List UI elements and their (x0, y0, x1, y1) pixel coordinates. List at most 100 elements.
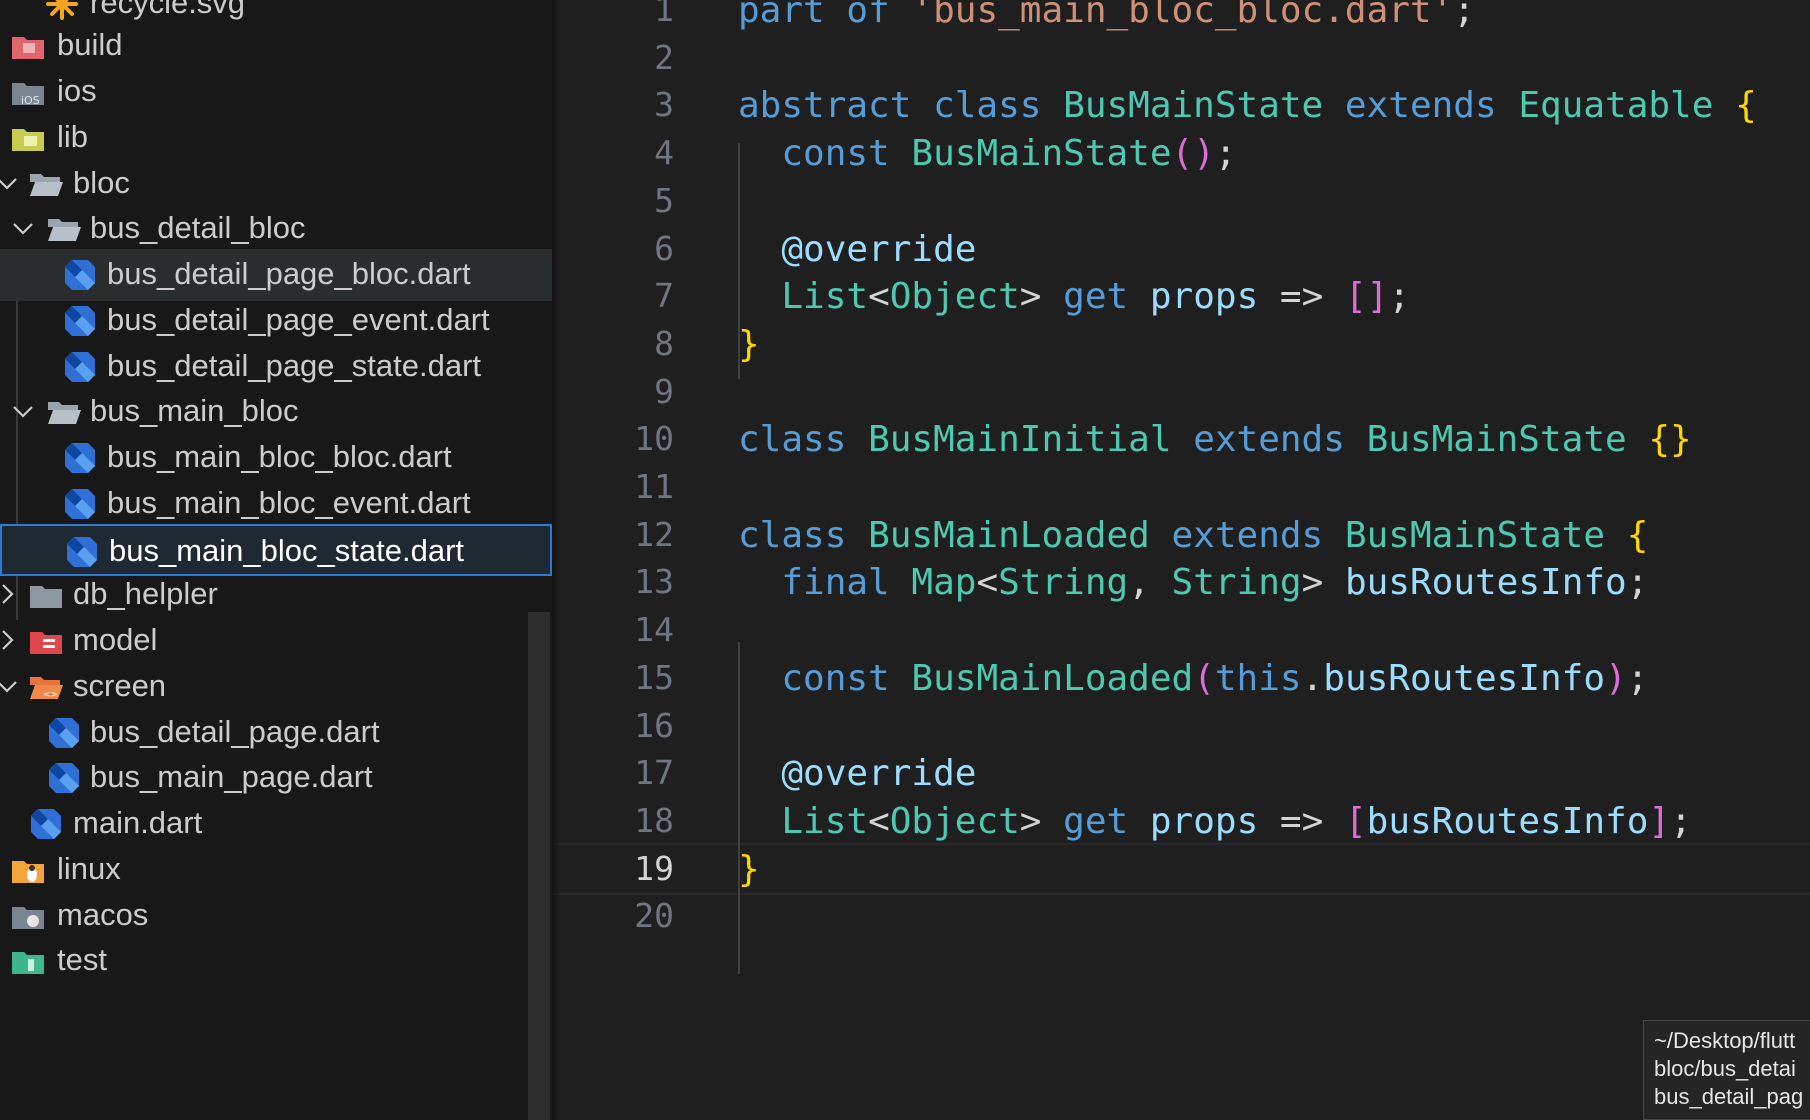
dart-file-icon (28, 806, 64, 842)
line-number: 11 (634, 467, 674, 506)
chevron-down-icon[interactable] (10, 215, 36, 241)
explorer-item[interactable]: test (0, 935, 552, 987)
code-line[interactable]: 15 const BusMainLoaded(this.busRoutesInf… (552, 651, 1810, 706)
chevron-right-icon[interactable] (0, 627, 20, 653)
line-number: 8 (654, 324, 674, 363)
explorer-item[interactable]: lib (0, 112, 552, 164)
folder-open-icon (46, 211, 82, 247)
explorer-item[interactable]: bus_detail_page_bloc.dart (0, 249, 552, 301)
chevron-right-icon[interactable] (0, 581, 20, 607)
editor-shadow (552, 0, 560, 1120)
code-line[interactable]: 20 (552, 889, 1810, 944)
code-line[interactable]: 13 final Map<String, String> busRoutesIn… (552, 555, 1810, 610)
chevron-down-icon[interactable] (0, 170, 20, 196)
code-token: extends (1193, 419, 1345, 460)
code-line[interactable]: 3 abstract class BusMainState extends Equ… (552, 78, 1810, 133)
code-line[interactable]: 18 List<Object> get props => [busRoutesI… (552, 794, 1810, 849)
code-token: < (868, 801, 890, 842)
svg-text:<>: <> (43, 690, 58, 700)
chevron-down-icon[interactable] (10, 398, 36, 424)
code-line[interactable]: 4 const BusMainState(); (552, 126, 1810, 181)
explorer-item[interactable]: db_helpler (0, 569, 552, 621)
code-token: this (1214, 658, 1302, 699)
code-token: List (781, 801, 869, 842)
line-number: 1 (654, 0, 674, 29)
explorer-item[interactable]: bus_detail_bloc (0, 203, 552, 255)
explorer-item[interactable]: bus_main_bloc_event.dart (0, 478, 552, 530)
code-text: @override (738, 753, 976, 794)
code-line[interactable]: 17 @override (552, 746, 1810, 801)
code-token: of (846, 0, 890, 31)
file-explorer: recycle.svg build iOS ios lib bloc bus_detail_… (0, 0, 552, 1120)
explorer-item[interactable]: model (0, 615, 552, 667)
explorer-item[interactable]: <> screen (0, 661, 552, 713)
explorer-item-label: bus_main_page.dart (90, 759, 373, 794)
code-text: final Map<String, String> busRoutesInfo; (738, 562, 1648, 603)
folder-open-icon (28, 166, 64, 202)
explorer-item[interactable]: main.dart (0, 798, 552, 850)
code-token: 'bus_main_bloc_bloc.dart' (911, 0, 1454, 31)
explorer-item-label: build (57, 27, 123, 62)
code-token: ; (1214, 133, 1237, 174)
explorer-item-label: ios (57, 73, 97, 108)
code-token: String (998, 562, 1129, 603)
code-line[interactable]: 14 (552, 603, 1810, 658)
line-number: 3 (654, 85, 674, 124)
code-text: List<Object> get props => [busRoutesInfo… (738, 801, 1692, 842)
explorer-item-label: recycle.svg (90, 0, 246, 20)
code-token: Object (889, 276, 1020, 317)
explorer-item[interactable]: build (0, 20, 552, 72)
folder-open-icon (46, 394, 82, 430)
tooltip-line: ~/Desktop/flutt (1654, 1028, 1796, 1053)
explorer-item[interactable]: bus_main_bloc (0, 386, 552, 438)
code-token: BusMainState (1344, 515, 1606, 556)
code-token: @override (781, 753, 977, 794)
code-line[interactable]: 8} (552, 317, 1810, 372)
code-token: BusMainState (1366, 419, 1627, 460)
code-line[interactable]: 11 (552, 460, 1810, 515)
code-text: } (738, 324, 760, 365)
code-token: ] (1648, 801, 1671, 842)
code-token: class (738, 419, 847, 460)
dart-file-icon (62, 486, 98, 522)
explorer-item-label: bus_detail_page_state.dart (107, 348, 482, 383)
line-number: 2 (654, 38, 674, 77)
code-line[interactable]: 10 class BusMainInitial extends BusMainSt… (552, 412, 1810, 467)
code-line[interactable]: 5 (552, 174, 1810, 229)
code-token: extends (1344, 85, 1497, 126)
code-token: > (1019, 801, 1064, 842)
line-number: 16 (634, 706, 674, 745)
explorer-item[interactable]: bus_detail_page_event.dart (0, 295, 552, 347)
code-token: ; (1670, 801, 1692, 842)
dart-file-icon (62, 349, 98, 385)
explorer-item[interactable]: bus_main_bloc_bloc.dart (0, 432, 552, 484)
linux-folder-icon (10, 852, 46, 888)
line-number: 9 (654, 372, 674, 411)
code-token: () (1171, 133, 1215, 174)
explorer-item[interactable]: iOS ios (0, 66, 552, 118)
explorer-item[interactable]: bus_main_page.dart (0, 752, 552, 804)
explorer-item-label: lib (57, 119, 89, 154)
code-editor[interactable]: 1 part of 'bus_main_bloc_bloc.dart'; 2 3 abs… (552, 0, 1810, 1120)
code-line[interactable]: 7 List<Object> get props => []; (552, 269, 1810, 324)
explorer-item[interactable]: linux (0, 844, 552, 896)
chevron-down-icon[interactable] (0, 673, 20, 699)
code-token: const (781, 658, 890, 699)
code-token: String (1171, 562, 1302, 603)
code-token: BusMainLoaded (911, 658, 1194, 699)
explorer-item-label: linux (57, 851, 121, 886)
explorer-item-label: bus_detail_page.dart (90, 714, 380, 749)
explorer-item-label: bus_main_bloc (90, 393, 299, 428)
